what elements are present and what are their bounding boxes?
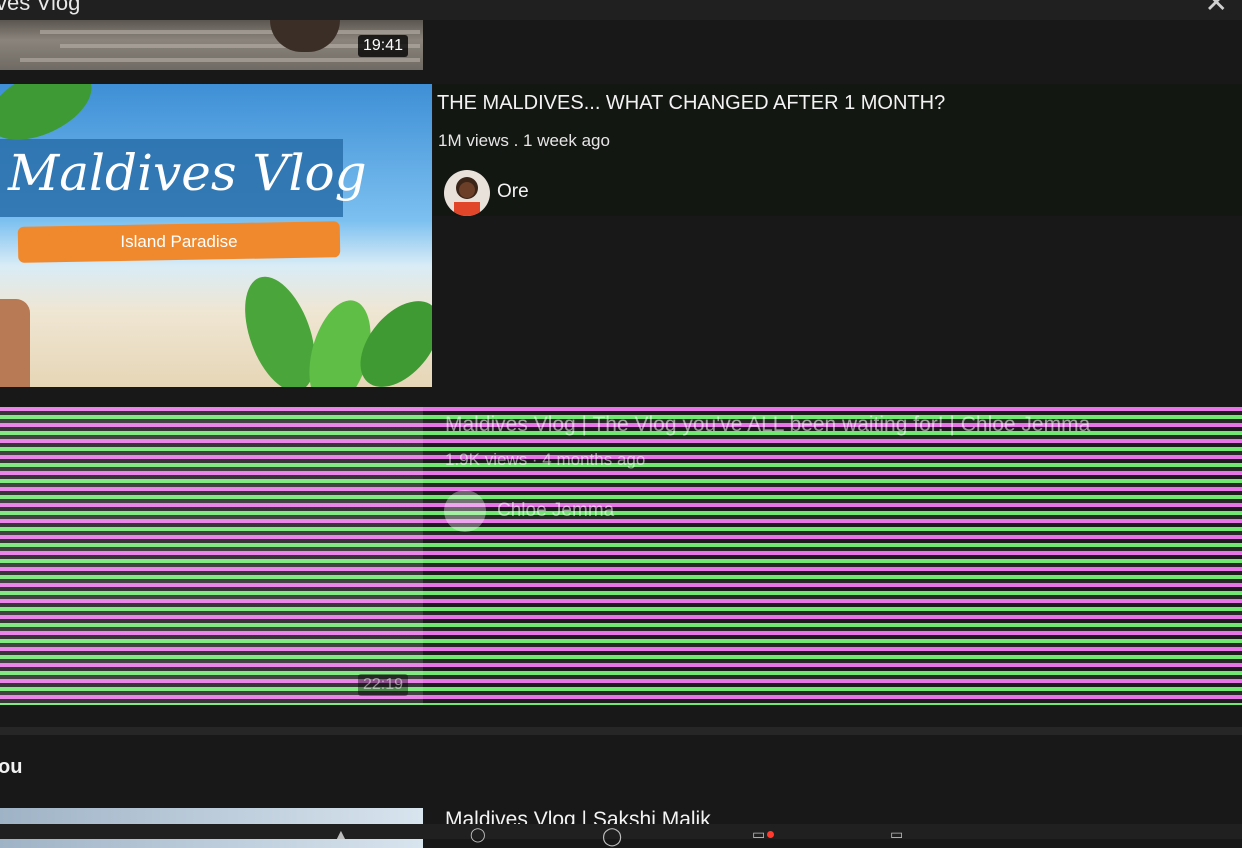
channel-name[interactable]: Chloe Jemma (497, 500, 614, 522)
notification-dot (767, 831, 774, 838)
duration-badge: 22:19 (358, 674, 409, 696)
video-thumbnail[interactable] (0, 407, 423, 705)
video-title[interactable]: THE MALDIVES... WHAT CHANGED AFTER 1 MON… (437, 92, 945, 115)
playlist-title: ves Vlog (0, 0, 81, 15)
channel-name[interactable]: Ore (497, 181, 529, 203)
library-icon[interactable]: ▭ (890, 826, 903, 843)
close-icon[interactable]: ✕ (1205, 0, 1228, 19)
video-thumbnail[interactable]: Maldives Vlog Island Paradise (0, 84, 432, 387)
home-icon[interactable]: ▲ (334, 826, 348, 842)
video-meta: 1.9K views · 4 months ago (445, 450, 646, 469)
video-thumbnail[interactable]: 19:41 (0, 20, 423, 70)
create-icon[interactable]: ◯ (602, 826, 622, 847)
leaf-icon (0, 84, 92, 140)
section-heading: ou (0, 756, 23, 778)
person-figure (0, 299, 30, 387)
explore-icon[interactable]: ◯ (470, 826, 486, 843)
avatar[interactable] (444, 490, 486, 532)
leaf-icon (245, 276, 432, 387)
duration-badge: 19:41 (358, 35, 409, 57)
subscriptions-icon[interactable]: ▭ (752, 826, 765, 843)
section-divider (0, 727, 1242, 735)
video-title[interactable]: Maldives Vlog | The Vlog you've ALL been… (445, 413, 1090, 437)
thumbnail-subtitle: Island Paradise (120, 232, 238, 251)
video-meta: 1M views . 1 week ago (438, 131, 610, 150)
top-bar (0, 0, 1242, 20)
avatar[interactable] (444, 170, 490, 216)
